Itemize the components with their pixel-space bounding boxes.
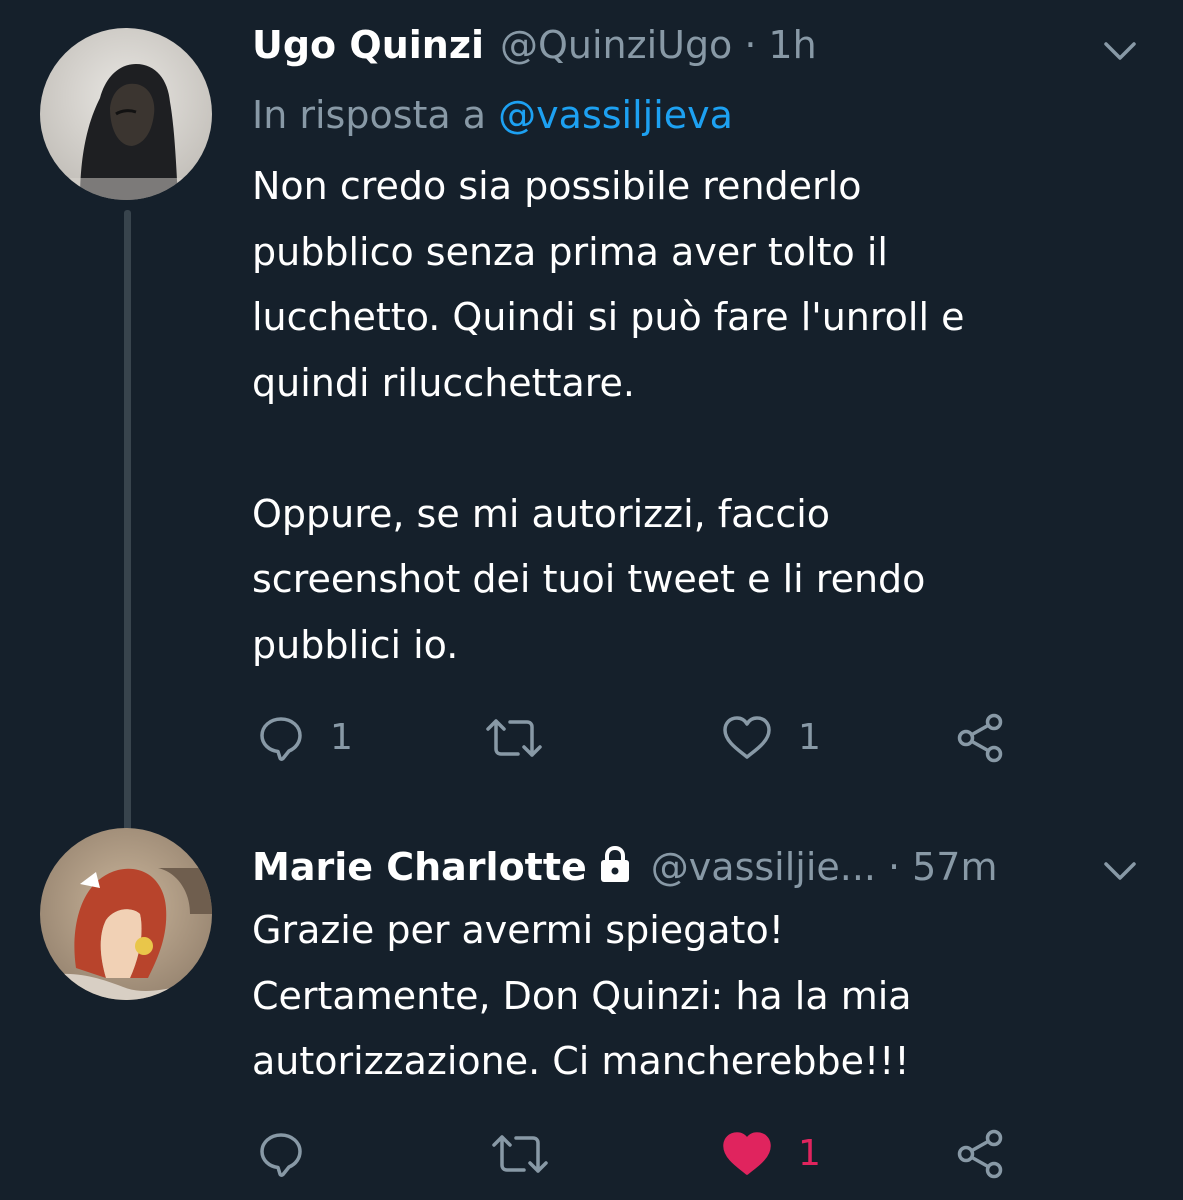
- tweet-actions: 1: [0, 1124, 1183, 1184]
- reply-bubble-icon: [260, 717, 302, 761]
- retweet-button[interactable]: [490, 1124, 574, 1184]
- reply-button[interactable]: 1: [256, 708, 353, 768]
- hooded-person-avatar-icon: [40, 28, 212, 200]
- cartoon-girl-avatar-icon: [40, 828, 212, 1000]
- chevron-down-icon[interactable]: [1100, 856, 1140, 886]
- avatar-marie-charlotte[interactable]: [40, 828, 212, 1000]
- separator-dot: ·: [744, 23, 757, 67]
- share-button[interactable]: [954, 708, 1008, 768]
- tweet-text: Grazie per avermi spiegato! Certamente, …: [252, 908, 912, 1083]
- reply-mention-link[interactable]: @vassiljieva: [498, 93, 733, 137]
- display-name[interactable]: Ugo Quinzi: [252, 20, 484, 70]
- heart-icon: [723, 716, 771, 759]
- like-button[interactable]: 1: [720, 708, 821, 768]
- timestamp[interactable]: 57m: [912, 842, 997, 892]
- heart-icon: [723, 1132, 771, 1175]
- reply-prefix: In risposta a: [252, 93, 487, 137]
- like-count: 1: [798, 1133, 821, 1174]
- reply-button[interactable]: [256, 1124, 330, 1184]
- retweet-icon: [492, 1135, 548, 1173]
- reply-bubble-icon: [260, 1133, 302, 1177]
- share-button[interactable]: [954, 1124, 1008, 1184]
- reply-context: In risposta a @vassiljieva: [252, 90, 733, 140]
- reply-count: 1: [330, 717, 353, 758]
- user-handle[interactable]: @vassiljie...: [651, 842, 876, 892]
- lock-icon: [600, 845, 629, 882]
- tweet-ugo-quinzi[interactable]: Ugo Quinzi @QuinziUgo · 1h In risposta a…: [0, 0, 1183, 840]
- tweet-marie-charlotte[interactable]: Marie Charlotte @vassiljie... · 57m Graz…: [0, 828, 1183, 1200]
- tweet-actions: 1 1: [0, 708, 1183, 768]
- avatar-ugo-quinzi[interactable]: [40, 28, 212, 200]
- like-count: 1: [798, 717, 821, 758]
- tweet-header: Marie Charlotte @vassiljie... · 57m: [252, 840, 997, 892]
- user-handle[interactable]: @QuinziUgo: [500, 20, 732, 70]
- like-button[interactable]: 1: [720, 1124, 821, 1184]
- retweet-button[interactable]: [484, 708, 568, 768]
- retweet-icon: [486, 719, 542, 757]
- separator-dot: ·: [888, 845, 901, 889]
- share-icon: [957, 1129, 1003, 1179]
- tweet-header: Ugo Quinzi @QuinziUgo · 1h: [252, 20, 817, 70]
- tweet-text: Non credo sia possibile renderlo pubblic…: [252, 164, 965, 667]
- timestamp[interactable]: 1h: [768, 20, 816, 70]
- chevron-down-icon[interactable]: [1100, 36, 1140, 66]
- share-icon: [957, 713, 1003, 763]
- display-name[interactable]: Marie Charlotte: [252, 842, 587, 892]
